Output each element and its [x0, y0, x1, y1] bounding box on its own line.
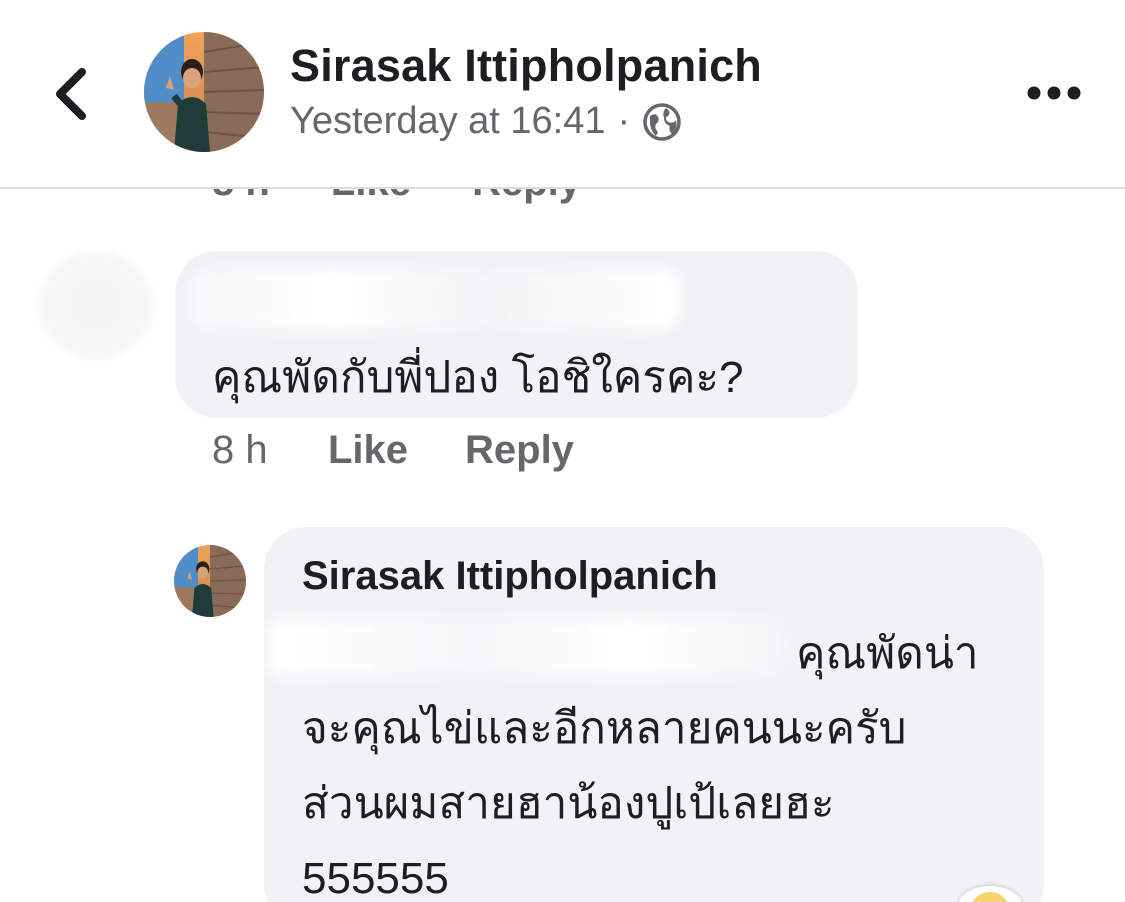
- post-comments-screen: 8 h Like Reply: [0, 0, 1125, 902]
- reply-text-line: คุณพัดน่า: [796, 629, 979, 678]
- reply-text: คุณพัดน่า จะคุณไข่และอีกหลายคนนะครับ ส่ว…: [302, 616, 1022, 902]
- like-button[interactable]: Like: [328, 428, 465, 473]
- globe-icon: [643, 102, 681, 141]
- back-button[interactable]: [44, 62, 100, 126]
- comment-text: คุณพัดกับพี่ปอง โอชิใครคะ?: [212, 353, 744, 402]
- commenter-avatar-blurred[interactable]: [36, 250, 156, 360]
- post-meta: Yesterday at 16:41 ·: [290, 100, 682, 143]
- author-photo: [144, 32, 264, 152]
- reply-button[interactable]: Reply: [465, 428, 574, 473]
- comment-actions: 8 h Like Reply: [212, 428, 574, 473]
- author-name[interactable]: Sirasak Ittipholpanich: [290, 40, 762, 92]
- more-horizontal-icon: [1027, 86, 1081, 100]
- reply-author-name[interactable]: Sirasak Ittipholpanich: [302, 554, 718, 599]
- post-header: Sirasak Ittipholpanich Yesterday at 16:4…: [0, 0, 1125, 189]
- reply-text-line: 555555: [302, 854, 449, 902]
- more-options-button[interactable]: [1024, 76, 1084, 110]
- comment-time: 8 h: [212, 428, 268, 472]
- commenter-name-redacted: [190, 268, 680, 330]
- author-avatar[interactable]: [144, 32, 264, 152]
- reply-text-line: ส่วนผมสายฮาน้องปูเป้เลยฮะ: [302, 779, 835, 828]
- reply-author-photo: [174, 545, 246, 617]
- post-timestamp[interactable]: Yesterday at 16:41: [290, 100, 606, 143]
- meta-separator: ·: [617, 100, 631, 142]
- reply-text-line: จะคุณไข่และอีกหลายคนนะครับ: [302, 704, 907, 753]
- reply-author-avatar[interactable]: [174, 545, 246, 617]
- chevron-left-icon: [56, 68, 86, 120]
